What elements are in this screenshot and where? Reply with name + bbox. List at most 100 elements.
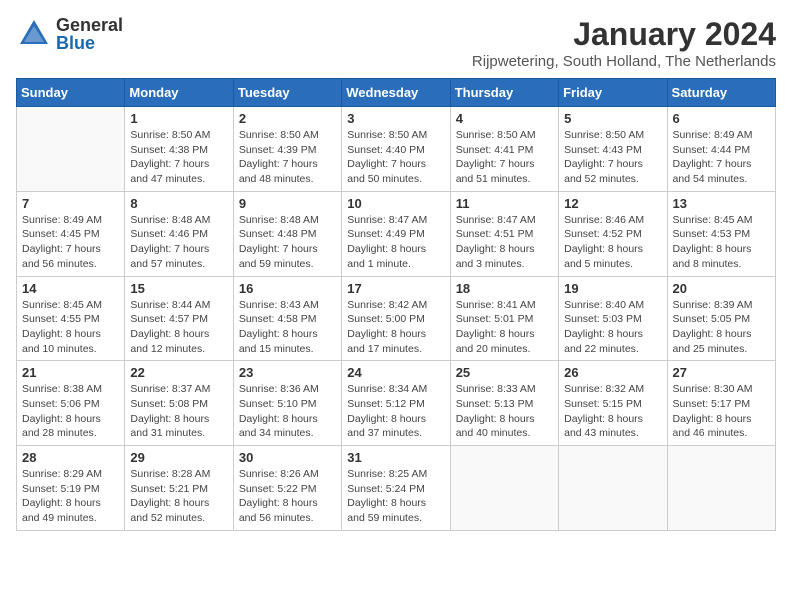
calendar-cell: 22 Sunrise: 8:37 AM Sunset: 5:08 PM Dayli…: [125, 361, 233, 446]
day-number: 14: [22, 281, 119, 296]
calendar-week-2: 7Sunrise: 8:49 AM Sunset: 4:45 PM Daylig…: [17, 191, 776, 276]
logo: General Blue: [16, 16, 123, 52]
calendar-cell: 7Sunrise: 8:49 AM Sunset: 4:45 PM Daylig…: [17, 191, 125, 276]
calendar-cell: 14 Sunrise: 8:45 AM Sunset: 4:55 PM Dayli…: [17, 276, 125, 361]
day-number: 5: [564, 111, 661, 126]
logo-blue: Blue: [56, 34, 123, 52]
calendar-cell: 8 Sunrise: 8:48 AM Sunset: 4:46 PM Daylig…: [125, 191, 233, 276]
calendar-week-4: 21 Sunrise: 8:38 AM Sunset: 5:06 PM Dayli…: [17, 361, 776, 446]
weekday-header-sunday: Sunday: [17, 79, 125, 107]
day-detail: Sunrise: 8:45 AM Sunset: 4:53 PM Dayligh…: [673, 213, 770, 272]
calendar-cell: 16Sunrise: 8:43 AM Sunset: 4:58 PM Dayli…: [233, 276, 341, 361]
day-detail: Sunrise: 8:48 AM Sunset: 4:48 PM Dayligh…: [239, 213, 336, 272]
day-detail: Sunrise: 8:46 AM Sunset: 4:52 PM Dayligh…: [564, 213, 661, 272]
day-detail: Sunrise: 8:49 AM Sunset: 4:44 PM Dayligh…: [673, 128, 770, 187]
day-detail: Sunrise: 8:28 AM Sunset: 5:21 PM Dayligh…: [130, 467, 227, 526]
calendar-cell: [667, 446, 775, 531]
day-number: 6: [673, 111, 770, 126]
calendar-week-5: 28 Sunrise: 8:29 AM Sunset: 5:19 PM Dayli…: [17, 446, 776, 531]
weekday-header-row: SundayMondayTuesdayWednesdayThursdayFrid…: [17, 79, 776, 107]
day-detail: Sunrise: 8:50 AM Sunset: 4:43 PM Dayligh…: [564, 128, 661, 187]
calendar-cell: 15 Sunrise: 8:44 AM Sunset: 4:57 PM Dayli…: [125, 276, 233, 361]
day-detail: Sunrise: 8:39 AM Sunset: 5:05 PM Dayligh…: [673, 298, 770, 357]
day-detail: Sunrise: 8:33 AM Sunset: 5:13 PM Dayligh…: [456, 382, 553, 441]
calendar-cell: 17 Sunrise: 8:42 AM Sunset: 5:00 PM Dayli…: [342, 276, 450, 361]
calendar-cell: 26 Sunrise: 8:32 AM Sunset: 5:15 PM Dayli…: [559, 361, 667, 446]
calendar-cell: 4 Sunrise: 8:50 AM Sunset: 4:41 PM Daylig…: [450, 107, 558, 192]
calendar-cell: 21 Sunrise: 8:38 AM Sunset: 5:06 PM Dayli…: [17, 361, 125, 446]
day-detail: Sunrise: 8:34 AM Sunset: 5:12 PM Dayligh…: [347, 382, 444, 441]
day-number: 9: [239, 196, 336, 211]
calendar-cell: 24 Sunrise: 8:34 AM Sunset: 5:12 PM Dayli…: [342, 361, 450, 446]
day-detail: Sunrise: 8:50 AM Sunset: 4:39 PM Dayligh…: [239, 128, 336, 187]
day-number: 28: [22, 450, 119, 465]
calendar-cell: 2 Sunrise: 8:50 AM Sunset: 4:39 PM Daylig…: [233, 107, 341, 192]
day-detail: Sunrise: 8:42 AM Sunset: 5:00 PM Dayligh…: [347, 298, 444, 357]
calendar-cell: 30Sunrise: 8:26 AM Sunset: 5:22 PM Dayli…: [233, 446, 341, 531]
calendar-week-3: 14 Sunrise: 8:45 AM Sunset: 4:55 PM Dayli…: [17, 276, 776, 361]
location-subtitle: Rijpwetering, South Holland, The Netherl…: [472, 53, 776, 70]
calendar-cell: 19Sunrise: 8:40 AM Sunset: 5:03 PM Dayli…: [559, 276, 667, 361]
day-number: 10: [347, 196, 444, 211]
day-detail: Sunrise: 8:32 AM Sunset: 5:15 PM Dayligh…: [564, 382, 661, 441]
day-number: 31: [347, 450, 444, 465]
calendar-cell: 12 Sunrise: 8:46 AM Sunset: 4:52 PM Dayli…: [559, 191, 667, 276]
day-number: 22: [130, 365, 227, 380]
calendar-cell: [559, 446, 667, 531]
day-number: 24: [347, 365, 444, 380]
day-number: 16: [239, 281, 336, 296]
day-detail: Sunrise: 8:45 AM Sunset: 4:55 PM Dayligh…: [22, 298, 119, 357]
day-detail: Sunrise: 8:41 AM Sunset: 5:01 PM Dayligh…: [456, 298, 553, 357]
day-number: 4: [456, 111, 553, 126]
calendar-cell: 6 Sunrise: 8:49 AM Sunset: 4:44 PM Daylig…: [667, 107, 775, 192]
day-detail: Sunrise: 8:47 AM Sunset: 4:49 PM Dayligh…: [347, 213, 444, 272]
calendar-cell: 27 Sunrise: 8:30 AM Sunset: 5:17 PM Dayli…: [667, 361, 775, 446]
day-number: 12: [564, 196, 661, 211]
day-detail: Sunrise: 8:50 AM Sunset: 4:40 PM Dayligh…: [347, 128, 444, 187]
weekday-header-wednesday: Wednesday: [342, 79, 450, 107]
weekday-header-tuesday: Tuesday: [233, 79, 341, 107]
day-detail: Sunrise: 8:37 AM Sunset: 5:08 PM Dayligh…: [130, 382, 227, 441]
day-detail: Sunrise: 8:48 AM Sunset: 4:46 PM Dayligh…: [130, 213, 227, 272]
day-number: 17: [347, 281, 444, 296]
day-number: 27: [673, 365, 770, 380]
day-detail: Sunrise: 8:36 AM Sunset: 5:10 PM Dayligh…: [239, 382, 336, 441]
calendar-cell: 31 Sunrise: 8:25 AM Sunset: 5:24 PM Dayli…: [342, 446, 450, 531]
calendar-cell: 11 Sunrise: 8:47 AM Sunset: 4:51 PM Dayli…: [450, 191, 558, 276]
day-detail: Sunrise: 8:50 AM Sunset: 4:41 PM Dayligh…: [456, 128, 553, 187]
day-detail: Sunrise: 8:30 AM Sunset: 5:17 PM Dayligh…: [673, 382, 770, 441]
day-number: 29: [130, 450, 227, 465]
day-number: 2: [239, 111, 336, 126]
day-number: 15: [130, 281, 227, 296]
day-detail: Sunrise: 8:50 AM Sunset: 4:38 PM Dayligh…: [130, 128, 227, 187]
day-detail: Sunrise: 8:29 AM Sunset: 5:19 PM Dayligh…: [22, 467, 119, 526]
day-number: 7: [22, 196, 119, 211]
day-number: 1: [130, 111, 227, 126]
calendar-cell: 9 Sunrise: 8:48 AM Sunset: 4:48 PM Daylig…: [233, 191, 341, 276]
day-number: 8: [130, 196, 227, 211]
day-number: 26: [564, 365, 661, 380]
weekday-header-monday: Monday: [125, 79, 233, 107]
day-detail: Sunrise: 8:47 AM Sunset: 4:51 PM Dayligh…: [456, 213, 553, 272]
calendar-cell: [17, 107, 125, 192]
day-detail: Sunrise: 8:25 AM Sunset: 5:24 PM Dayligh…: [347, 467, 444, 526]
weekday-header-thursday: Thursday: [450, 79, 558, 107]
calendar-table: SundayMondayTuesdayWednesdayThursdayFrid…: [16, 78, 776, 531]
day-detail: Sunrise: 8:40 AM Sunset: 5:03 PM Dayligh…: [564, 298, 661, 357]
day-number: 11: [456, 196, 553, 211]
calendar-cell: 23Sunrise: 8:36 AM Sunset: 5:10 PM Dayli…: [233, 361, 341, 446]
calendar-cell: 3Sunrise: 8:50 AM Sunset: 4:40 PM Daylig…: [342, 107, 450, 192]
calendar-cell: 25Sunrise: 8:33 AM Sunset: 5:13 PM Dayli…: [450, 361, 558, 446]
logo-icon: [16, 16, 52, 52]
logo-general: General: [56, 16, 123, 34]
calendar-cell: 5 Sunrise: 8:50 AM Sunset: 4:43 PM Daylig…: [559, 107, 667, 192]
calendar-cell: 18Sunrise: 8:41 AM Sunset: 5:01 PM Dayli…: [450, 276, 558, 361]
day-number: 13: [673, 196, 770, 211]
weekday-header-saturday: Saturday: [667, 79, 775, 107]
day-number: 21: [22, 365, 119, 380]
day-detail: Sunrise: 8:26 AM Sunset: 5:22 PM Dayligh…: [239, 467, 336, 526]
day-number: 20: [673, 281, 770, 296]
page-header: General Blue January 2024 Rijpwetering, …: [16, 16, 776, 70]
day-detail: Sunrise: 8:38 AM Sunset: 5:06 PM Dayligh…: [22, 382, 119, 441]
day-detail: Sunrise: 8:44 AM Sunset: 4:57 PM Dayligh…: [130, 298, 227, 357]
